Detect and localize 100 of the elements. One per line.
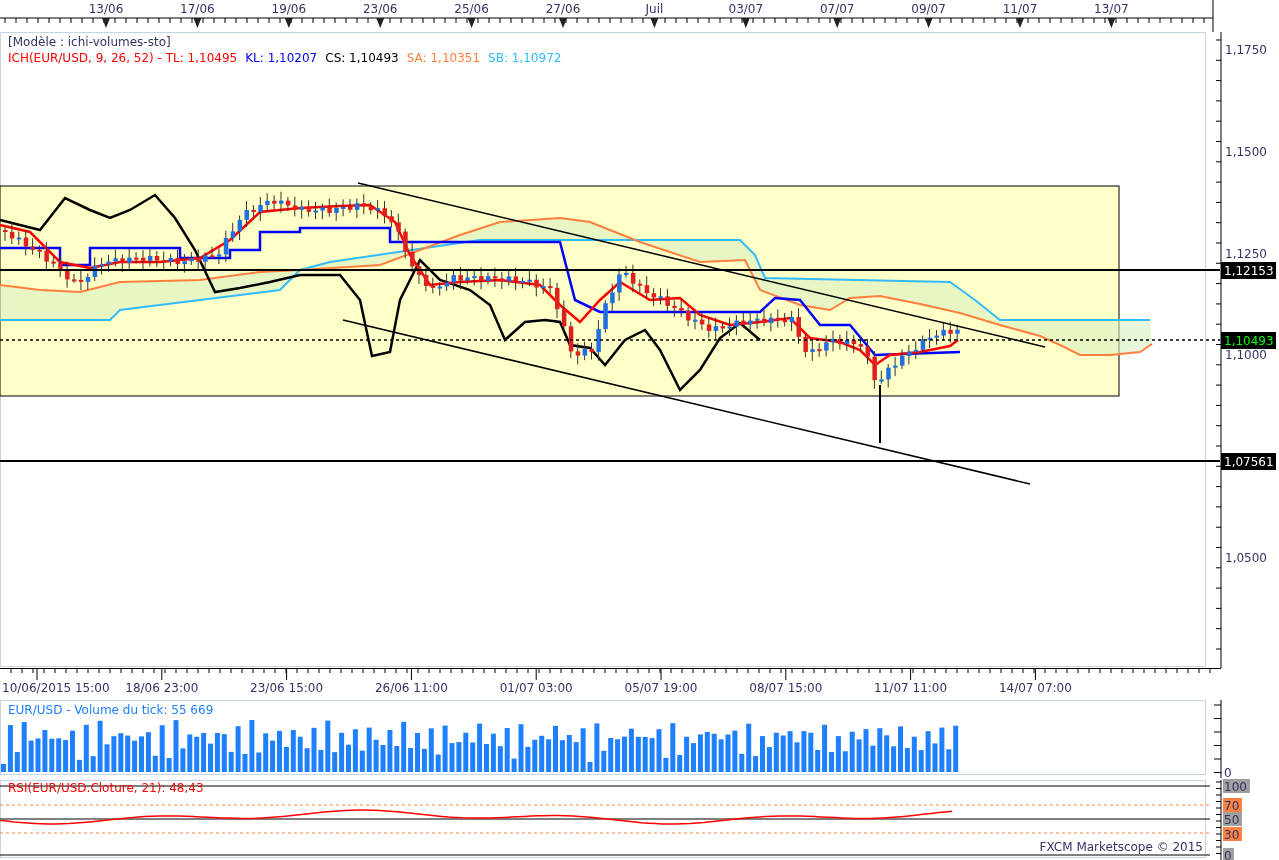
candlestick	[672, 299, 677, 318]
price-label: 1,1500	[1225, 145, 1267, 159]
candlestick	[679, 298, 684, 318]
candlestick	[127, 248, 132, 270]
candlestick	[617, 267, 622, 302]
candlestick	[265, 192, 270, 212]
time-label: 08/07 15:00	[749, 681, 823, 695]
candlestick	[113, 249, 118, 267]
candlestick	[272, 194, 277, 210]
date-label: 23/06	[362, 2, 398, 16]
candlestick	[182, 253, 187, 274]
candlestick	[603, 299, 608, 334]
rsi-level-tag: 30	[1223, 827, 1242, 842]
time-label: 01/07 03:00	[499, 681, 573, 695]
candlestick	[872, 350, 877, 390]
candlestick	[734, 314, 739, 336]
candlestick	[396, 213, 401, 242]
price-label: 1,0500	[1225, 551, 1267, 565]
time-label: 05/07 19:00	[624, 681, 698, 695]
price-label: 1,1250	[1225, 247, 1267, 261]
price-tag: 1,12153	[1221, 262, 1276, 279]
rsi-level-tag: 50	[1223, 812, 1242, 827]
price-label: 1,1000	[1225, 348, 1267, 362]
candlestick	[134, 251, 139, 264]
candlestick	[686, 306, 691, 327]
date-label: 27/06	[545, 2, 581, 16]
price-label: 1,1750	[1225, 43, 1267, 57]
candlestick	[748, 312, 753, 333]
candlestick	[596, 319, 601, 362]
candlestick	[955, 324, 960, 341]
candlestick	[948, 321, 953, 344]
volume-title: EUR/USD - Volume du tick: 55 669	[8, 703, 214, 717]
candlestick	[879, 370, 884, 385]
indicator-value: SB: 1,10972	[488, 50, 562, 66]
candlestick	[665, 288, 670, 312]
time-label: 23/06 15:00	[250, 681, 324, 695]
indicator-value: CS: 1,10493	[325, 50, 399, 66]
rsi-title: RSI(EUR/USD.Cloture, 21): 48,43	[8, 781, 204, 795]
candlestick	[465, 269, 470, 285]
candlestick	[893, 356, 898, 377]
indicator-value: KL: 1,10207	[245, 50, 318, 66]
candlestick	[755, 313, 760, 330]
candlestick	[479, 266, 484, 290]
price-tag: 1,10493	[1221, 332, 1276, 349]
candlestick	[410, 242, 415, 273]
candlestick	[803, 333, 808, 358]
candlestick	[941, 321, 946, 342]
candlestick	[886, 363, 891, 388]
date-label: 13/07	[1094, 2, 1129, 16]
candlestick	[403, 228, 408, 259]
candlestick	[817, 342, 822, 358]
rsi-level-tag: 70	[1223, 798, 1242, 813]
candlestick	[541, 278, 546, 295]
candlestick	[458, 266, 463, 290]
volume-axis-label: 0	[1224, 766, 1232, 778]
candlestick	[824, 334, 829, 357]
candlestick	[327, 198, 332, 218]
candlestick	[44, 241, 49, 271]
candlestick	[251, 204, 256, 218]
time-label: 14/07 07:00	[998, 681, 1072, 695]
candlestick	[472, 270, 477, 286]
candlestick	[51, 256, 56, 268]
time-label: 11/07 11:00	[874, 681, 948, 695]
candlestick	[58, 255, 63, 278]
date-label: 25/06	[454, 2, 489, 16]
candlestick	[334, 202, 339, 222]
candlestick	[810, 339, 815, 362]
date-label: 13/06	[88, 2, 124, 16]
candlestick	[196, 248, 201, 271]
candlestick	[258, 196, 263, 222]
date-label: 17/06	[180, 2, 215, 16]
candlestick	[534, 273, 539, 297]
candlestick	[120, 254, 125, 273]
copyright-text: FXCM Marketscope © 2015	[1039, 840, 1203, 854]
rsi-level-tag: 100	[1223, 779, 1250, 794]
date-label: 09/07	[911, 2, 946, 16]
date-label: 07/07	[819, 2, 855, 16]
time-label: 18/06 23:00	[125, 681, 199, 695]
candlestick	[320, 203, 325, 220]
date-label: 19/06	[271, 2, 307, 16]
candlestick	[548, 277, 553, 295]
indicator-value: ICH(EUR/USD, 9, 26, 52) - TL: 1,10495	[8, 50, 238, 66]
date-label: 11/07	[1002, 2, 1038, 16]
candlestick	[610, 283, 615, 312]
template-label: [Modèle : ichi-volumes-sto]	[8, 34, 171, 50]
price-tag: 1,07561	[1221, 453, 1276, 470]
candlestick	[189, 251, 194, 266]
candlestick	[527, 270, 532, 287]
indicator-value: SA: 1,10351	[406, 50, 481, 66]
candlestick	[389, 209, 394, 228]
candlestick	[203, 251, 208, 271]
wick-line	[879, 384, 881, 444]
candlestick	[741, 312, 746, 329]
rsi-level-tag: 0	[1223, 848, 1234, 860]
candlestick	[65, 261, 70, 289]
time-label: 10/06/2015 15:00	[2, 681, 110, 695]
time-label: 26/06 11:00	[374, 681, 448, 695]
date-label: 03/07	[728, 2, 764, 16]
date-label: Juil	[645, 2, 664, 16]
candlestick	[341, 198, 346, 217]
